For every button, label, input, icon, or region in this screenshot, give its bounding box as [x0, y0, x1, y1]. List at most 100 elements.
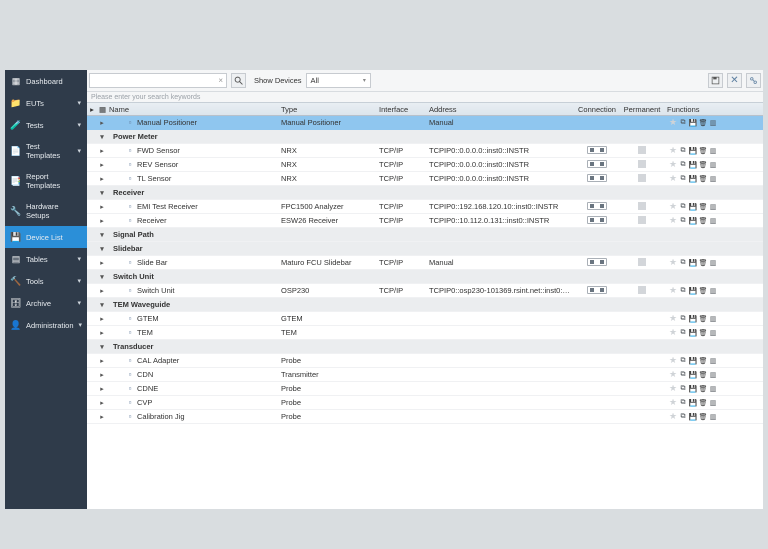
- copy-icon[interactable]: ⧉: [679, 175, 687, 183]
- device-permanent[interactable]: [621, 202, 663, 212]
- delete-icon[interactable]: 🗑: [699, 259, 707, 267]
- favorite-icon[interactable]: ★: [669, 259, 677, 267]
- delete-icon[interactable]: 🗑: [699, 287, 707, 295]
- favorite-icon[interactable]: ★: [669, 371, 677, 379]
- favorite-icon[interactable]: ★: [669, 203, 677, 211]
- collapse-icon[interactable]: ▾: [97, 231, 107, 239]
- group-row[interactable]: ▾Slidebar: [87, 242, 763, 256]
- copy-icon[interactable]: ⧉: [679, 357, 687, 365]
- favorite-icon[interactable]: ★: [669, 357, 677, 365]
- device-row[interactable]: ▸▫CVPProbe★⧉💾🗑▥: [87, 396, 763, 410]
- sidebar-item-tables[interactable]: ▤Tables▾: [5, 248, 87, 270]
- device-row[interactable]: ▸▫CDNTransmitter★⧉💾🗑▥: [87, 368, 763, 382]
- expand-icon[interactable]: ▸: [97, 203, 107, 211]
- favorite-icon[interactable]: ★: [669, 315, 677, 323]
- expand-icon[interactable]: ▸: [97, 175, 107, 183]
- collapse-icon[interactable]: ▾: [97, 273, 107, 281]
- copy-icon[interactable]: ⧉: [679, 315, 687, 323]
- expand-icon[interactable]: ▸: [97, 287, 107, 295]
- device-connection[interactable]: [573, 160, 621, 170]
- link-button[interactable]: [746, 73, 761, 88]
- sidebar-item-tools[interactable]: 🔨Tools▾: [5, 270, 87, 292]
- expand-icon[interactable]: ▸: [97, 217, 107, 225]
- more-icon[interactable]: ▥: [709, 119, 717, 127]
- device-row[interactable]: ▸▫GTEMGTEM★⧉💾🗑▥: [87, 312, 763, 326]
- expand-icon[interactable]: ▸: [97, 259, 107, 267]
- favorite-icon[interactable]: ★: [669, 161, 677, 169]
- save-icon[interactable]: 💾: [689, 357, 697, 365]
- device-permanent[interactable]: [621, 216, 663, 226]
- delete-icon[interactable]: 🗑: [699, 175, 707, 183]
- device-row[interactable]: ▸▫FWD SensorNRXTCP/IPTCPIP0::0.0.0.0::in…: [87, 144, 763, 158]
- delete-icon[interactable]: 🗑: [699, 329, 707, 337]
- group-row[interactable]: ▾Transducer: [87, 340, 763, 354]
- delete-icon[interactable]: 🗑: [699, 357, 707, 365]
- save-icon[interactable]: 💾: [689, 413, 697, 421]
- device-permanent[interactable]: [621, 146, 663, 156]
- favorite-icon[interactable]: ★: [669, 147, 677, 155]
- delete-icon[interactable]: 🗑: [699, 371, 707, 379]
- device-connection[interactable]: [573, 286, 621, 296]
- sidebar-item-hardware-setups[interactable]: 🔧Hardware Setups: [5, 196, 87, 226]
- header-gutter1[interactable]: ▸: [87, 105, 97, 114]
- device-permanent[interactable]: [621, 160, 663, 170]
- device-connection[interactable]: [573, 146, 621, 156]
- delete-icon[interactable]: 🗑: [699, 203, 707, 211]
- col-connection[interactable]: Connection: [573, 105, 621, 114]
- collapse-icon[interactable]: ▾: [97, 245, 107, 253]
- save-icon[interactable]: 💾: [689, 217, 697, 225]
- device-row[interactable]: ▸▫REV SensorNRXTCP/IPTCPIP0::0.0.0.0::in…: [87, 158, 763, 172]
- device-connection[interactable]: [573, 174, 621, 184]
- delete-icon[interactable]: 🗑: [699, 147, 707, 155]
- search-button[interactable]: [231, 73, 246, 88]
- device-row[interactable]: ▸▫Calibration JigProbe★⧉💾🗑▥: [87, 410, 763, 424]
- favorite-icon[interactable]: ★: [669, 329, 677, 337]
- more-icon[interactable]: ▥: [709, 203, 717, 211]
- collapse-icon[interactable]: ▾: [97, 133, 107, 141]
- expand-icon[interactable]: ▸: [97, 147, 107, 155]
- delete-icon[interactable]: 🗑: [699, 413, 707, 421]
- device-row[interactable]: ▸▫Slide BarMaturo FCU SlidebarTCP/IPManu…: [87, 256, 763, 270]
- copy-icon[interactable]: ⧉: [679, 413, 687, 421]
- sidebar-item-report-templates[interactable]: 📑Report Templates: [5, 166, 87, 196]
- device-row[interactable]: ▸▫EMI Test ReceiverFPC1500 AnalyzerTCP/I…: [87, 200, 763, 214]
- favorite-icon[interactable]: ★: [669, 287, 677, 295]
- sidebar-item-archive[interactable]: 🗄Archive▾: [5, 292, 87, 314]
- device-row[interactable]: ▸▫Switch UnitOSP230TCP/IPTCPIP0::osp230-…: [87, 284, 763, 298]
- more-icon[interactable]: ▥: [709, 147, 717, 155]
- device-row[interactable]: ▸▫Manual PositionerManual PositionerManu…: [87, 116, 763, 130]
- more-icon[interactable]: ▥: [709, 175, 717, 183]
- copy-icon[interactable]: ⧉: [679, 371, 687, 379]
- save-icon[interactable]: 💾: [689, 161, 697, 169]
- copy-icon[interactable]: ⧉: [679, 147, 687, 155]
- delete-icon[interactable]: 🗑: [699, 217, 707, 225]
- copy-icon[interactable]: ⧉: [679, 329, 687, 337]
- expand-icon[interactable]: ▸: [97, 371, 107, 379]
- group-row[interactable]: ▾Receiver: [87, 186, 763, 200]
- group-row[interactable]: ▾TEM Waveguide: [87, 298, 763, 312]
- delete-icon[interactable]: 🗑: [699, 385, 707, 393]
- delete-icon[interactable]: 🗑: [699, 315, 707, 323]
- sidebar-item-dashboard[interactable]: ▦Dashboard: [5, 70, 87, 92]
- expand-icon[interactable]: ▸: [97, 357, 107, 365]
- sidebar-item-test-templates[interactable]: 📄Test Templates▾: [5, 136, 87, 166]
- save-icon[interactable]: 💾: [689, 259, 697, 267]
- col-interface[interactable]: Interface: [377, 105, 427, 114]
- group-row[interactable]: ▾Signal Path: [87, 228, 763, 242]
- copy-icon[interactable]: ⧉: [679, 119, 687, 127]
- delete-icon[interactable]: 🗑: [699, 399, 707, 407]
- save-icon[interactable]: 💾: [689, 315, 697, 323]
- col-type[interactable]: Type: [279, 105, 377, 114]
- more-icon[interactable]: ▥: [709, 161, 717, 169]
- save-icon[interactable]: 💾: [689, 203, 697, 211]
- show-devices-dropdown[interactable]: All ▾: [306, 73, 371, 88]
- device-connection[interactable]: [573, 216, 621, 226]
- device-row[interactable]: ▸▫TL SensorNRXTCP/IPTCPIP0::0.0.0.0::ins…: [87, 172, 763, 186]
- expand-icon[interactable]: ▸: [97, 413, 107, 421]
- expand-icon[interactable]: ▸: [97, 399, 107, 407]
- device-row[interactable]: ▸▫ReceiverESW26 ReceiverTCP/IPTCPIP0::10…: [87, 214, 763, 228]
- more-icon[interactable]: ▥: [709, 217, 717, 225]
- device-permanent[interactable]: [621, 258, 663, 268]
- collapse-icon[interactable]: ▾: [97, 189, 107, 197]
- col-permanent[interactable]: Permanent: [621, 105, 663, 114]
